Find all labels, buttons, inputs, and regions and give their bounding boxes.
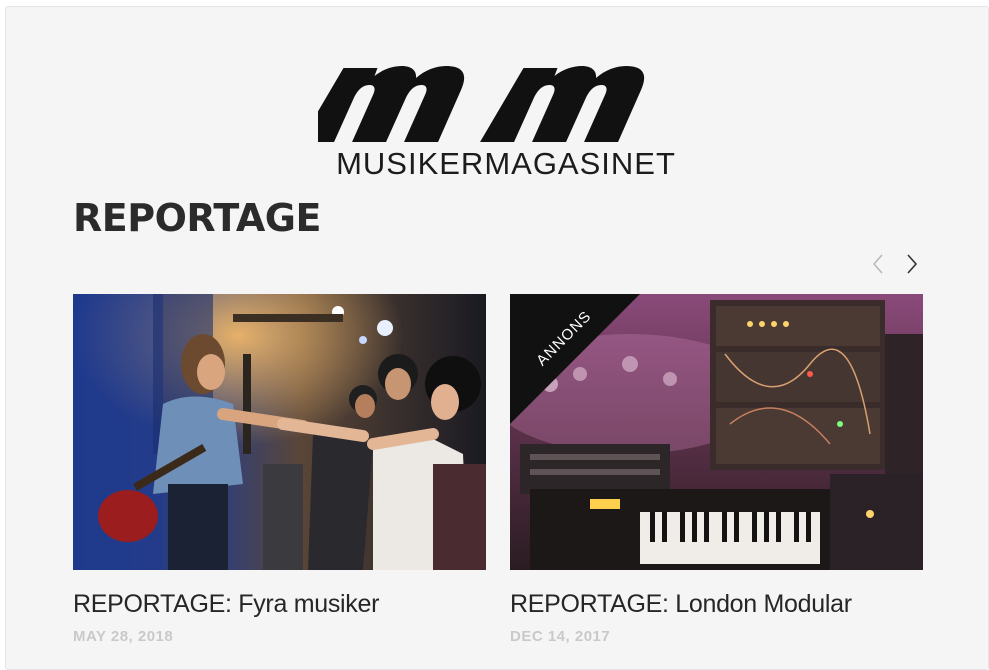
article-title[interactable]: REPORTAGE: Fyra musiker <box>73 590 379 619</box>
carousel-prev-button[interactable] <box>866 250 890 278</box>
logo-wordmark: MUSIKERMAGASINET <box>336 146 676 181</box>
article-title[interactable]: REPORTAGE: London Modular <box>510 590 852 619</box>
article-image[interactable] <box>73 294 486 570</box>
chevron-left-icon <box>872 254 883 274</box>
article-date: DEC 14, 2017 <box>510 628 611 645</box>
site-logo[interactable]: MUSIKERMAGASINET <box>318 66 694 184</box>
logo-mark-icon <box>318 66 645 142</box>
article-card[interactable]: REPORTAGE: Fyra musiker MAY 28, 2018 <box>73 294 486 645</box>
article-date: MAY 28, 2018 <box>73 628 174 645</box>
carousel-next-button[interactable] <box>900 250 924 278</box>
carousel-nav <box>866 250 926 278</box>
article-image[interactable]: ANNONS <box>510 294 923 570</box>
section-title: REPORTAGE <box>73 196 321 240</box>
article-card[interactable]: ANNONS REPORTAGE: London Modular DEC 14,… <box>510 294 923 645</box>
chevron-right-icon <box>907 254 918 274</box>
